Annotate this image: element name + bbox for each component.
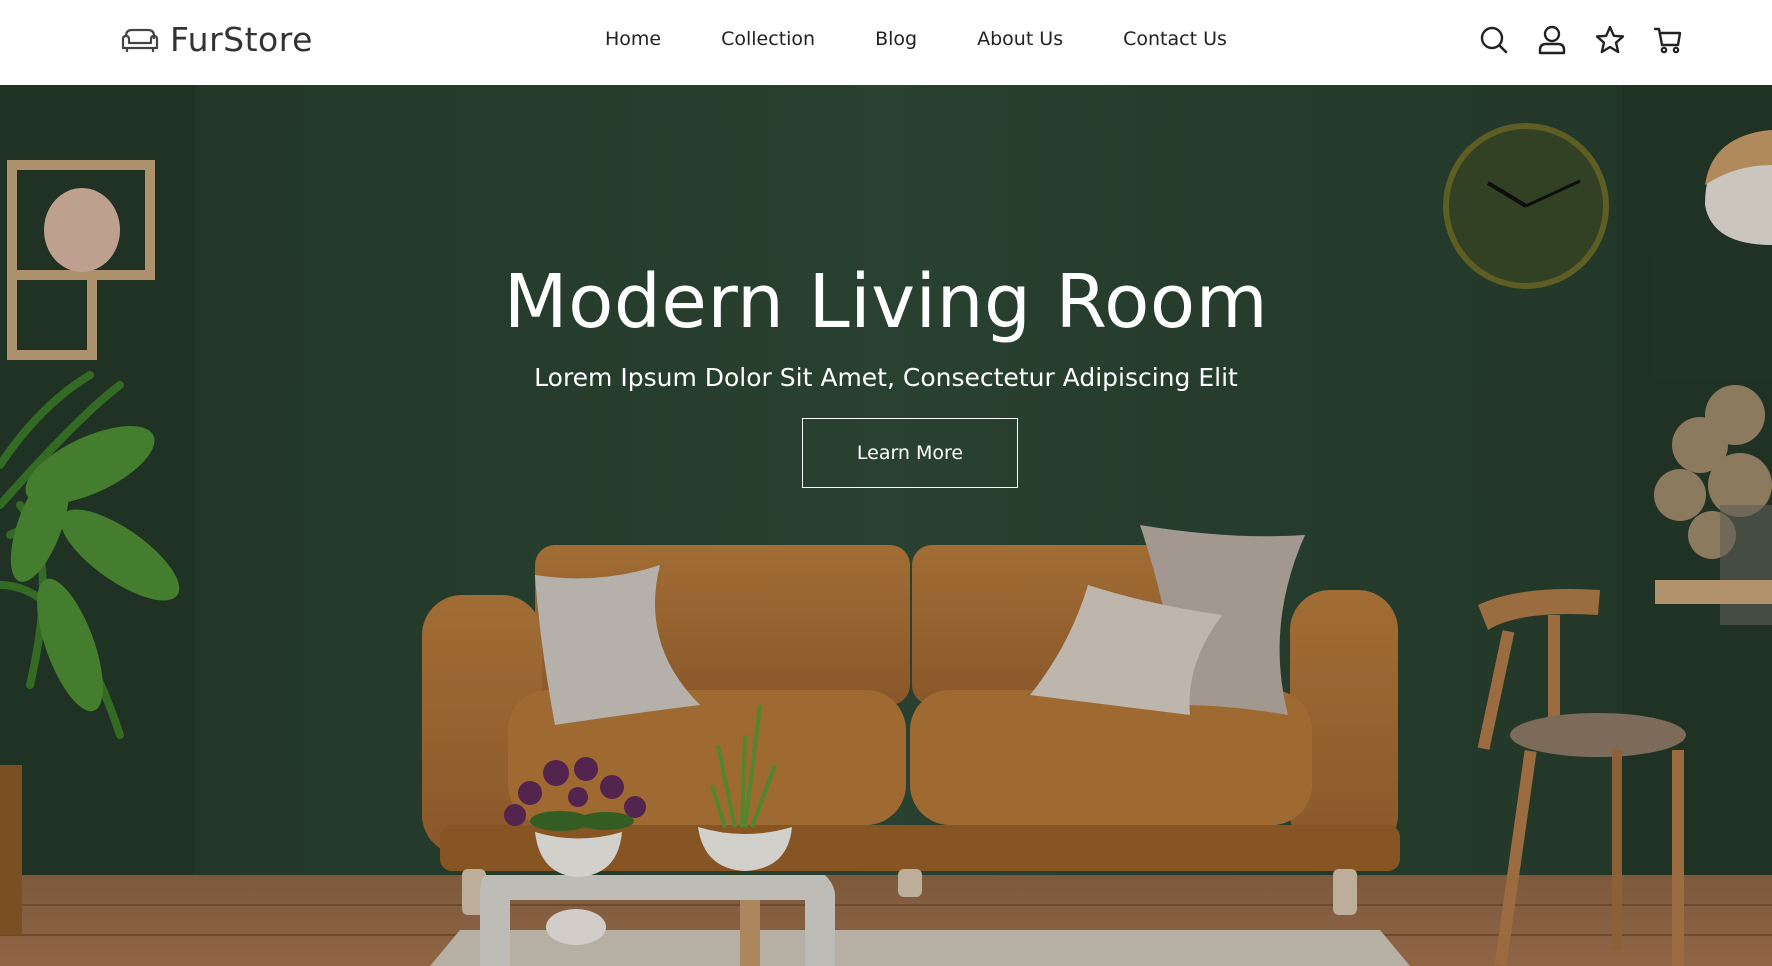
site-header: FurStore Home Collection Blog About Us C… (0, 0, 1772, 85)
user-icon[interactable] (1536, 24, 1568, 56)
hero-subtitle: Lorem Ipsum Dolor Sit Amet, Consectetur … (534, 363, 1238, 392)
nav-blog[interactable]: Blog (875, 26, 917, 52)
hero-content: Modern Living Room Lorem Ipsum Dolor Sit… (0, 85, 1772, 966)
header-actions (1478, 24, 1684, 56)
search-icon[interactable] (1478, 24, 1510, 56)
nav-contact-us[interactable]: Contact Us (1123, 26, 1227, 52)
brand-logo[interactable]: FurStore (120, 20, 313, 59)
main-nav: Home Collection Blog About Us Contact Us (605, 26, 1287, 52)
sofa-icon (121, 28, 159, 52)
brand-name: FurStore (170, 20, 313, 59)
nav-collection[interactable]: Collection (721, 26, 815, 52)
star-icon[interactable] (1594, 24, 1626, 56)
hero-banner: Modern Living Room Lorem Ipsum Dolor Sit… (0, 85, 1772, 966)
learn-more-button[interactable]: Learn More (802, 418, 1018, 488)
hero-title: Modern Living Room (503, 259, 1269, 345)
nav-about-us[interactable]: About Us (977, 26, 1063, 52)
nav-home[interactable]: Home (605, 26, 661, 52)
cart-icon[interactable] (1652, 24, 1684, 56)
